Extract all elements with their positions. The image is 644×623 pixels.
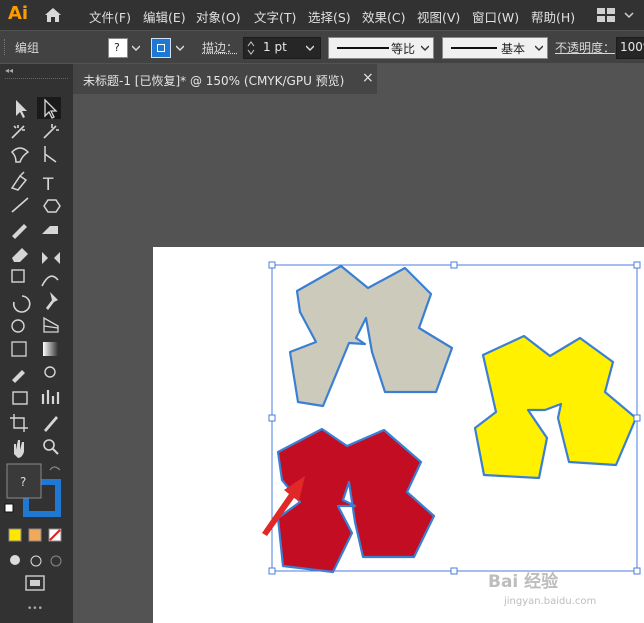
watermark-url: jingyan.baidu.com bbox=[504, 596, 597, 607]
artwork bbox=[262, 261, 641, 575]
watermark-logo: Bai 经验 bbox=[488, 572, 559, 592]
yellow-shape[interactable] bbox=[473, 334, 638, 480]
selection-handle[interactable] bbox=[268, 261, 276, 269]
selection-handle[interactable] bbox=[268, 567, 276, 575]
selection-handle[interactable] bbox=[633, 261, 641, 269]
selection-handle[interactable] bbox=[633, 414, 641, 422]
selection-handle[interactable] bbox=[450, 261, 458, 269]
selection-handle[interactable] bbox=[450, 567, 458, 575]
red-shape[interactable] bbox=[276, 427, 436, 574]
gray-shape[interactable] bbox=[288, 264, 454, 408]
selection-handle[interactable] bbox=[633, 567, 641, 575]
selection-handle[interactable] bbox=[268, 414, 276, 422]
